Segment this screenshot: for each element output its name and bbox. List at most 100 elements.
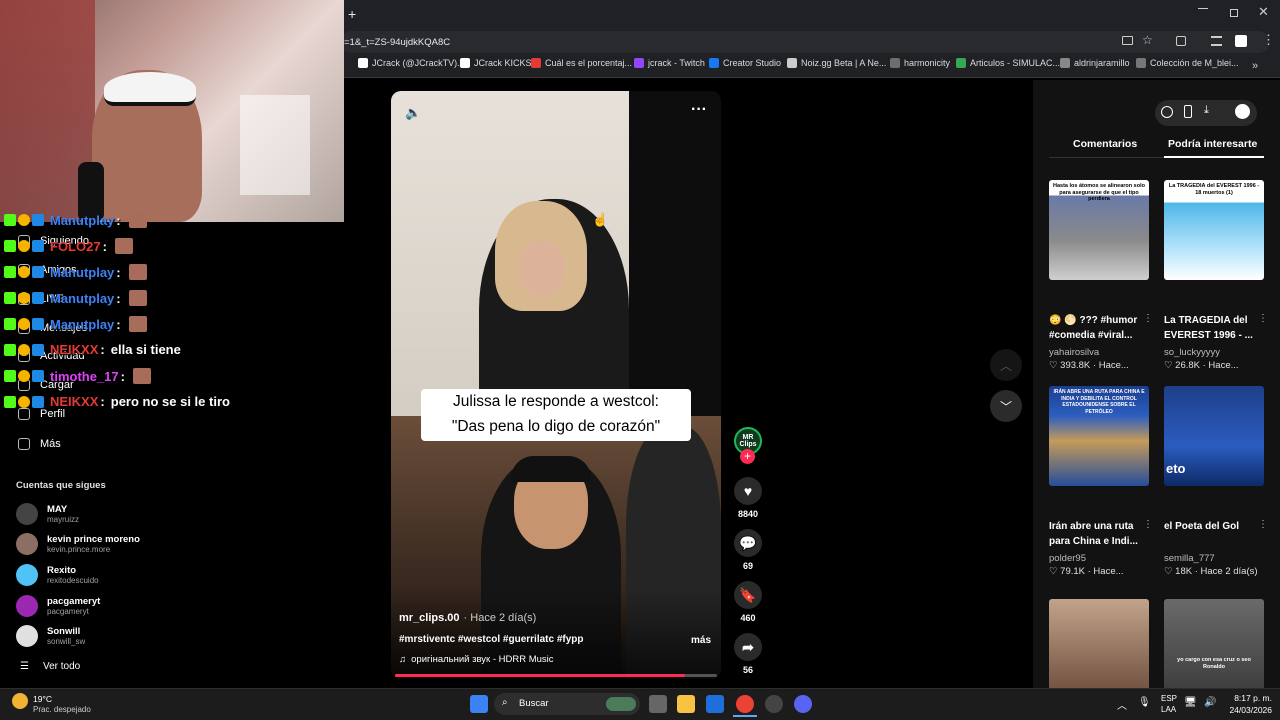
bookmark-item[interactable]: Cuál es el porcentaj... [531,58,632,68]
video-hashtags[interactable]: #mrstiventc #westcol #guerrilatc #fypp [399,634,584,645]
weather-condition[interactable]: Prac. despejado [33,705,91,714]
input-lang-1[interactable]: ESP [1161,694,1177,703]
bookmark-item[interactable]: Articulos - SIMULAC... [956,58,1060,68]
user-avatar[interactable] [1235,104,1250,119]
video-player[interactable]: Julissa le responde a westcol: "Das pena… [391,91,721,679]
bookmark-label: Colección de M_blei... [1150,58,1239,68]
chat-username[interactable]: Manutplay [50,213,114,228]
recommended-video-title[interactable]: el Poeta del Gol [1164,519,1256,534]
chat-username[interactable]: FOLO27 [50,239,101,254]
video-progress-track[interactable] [395,674,717,677]
video-more-link[interactable]: más [691,635,711,646]
minimize-icon[interactable] [1198,8,1208,9]
input-lang-2[interactable]: LAA [1161,705,1176,714]
bookmark-star-icon[interactable]: ☆ [1142,33,1153,47]
recommended-video-title[interactable]: La TRAGEDIA del EVEREST 1996 - ... [1164,313,1256,343]
app-icon[interactable] [765,695,783,713]
tray-chevron-icon[interactable]: ︿ [1117,697,1127,712]
sub-badge-icon [18,292,30,304]
video-author[interactable]: mr_clips.00 [399,612,460,624]
volume-icon[interactable]: 🔈 [405,105,421,121]
chat-username[interactable]: Manutplay [50,265,114,280]
card-options-icon[interactable]: ⋮ [1143,313,1153,324]
recommended-video-author[interactable]: so_luckyyyyy [1164,347,1220,358]
recommended-video-author[interactable]: yahairosilva [1049,347,1099,358]
account-text: MAY mayruizz [47,504,79,524]
comment-button[interactable]: 💬 69 [734,529,762,571]
tab-recommended[interactable]: Podría interesarte [1168,138,1257,150]
recommended-video-thumbnail[interactable]: yo cargo con esa cruz o seo Ronaldo [1164,599,1264,699]
extensions-icon[interactable] [1176,36,1186,46]
browser-menu-icon[interactable]: ⋮ [1262,32,1275,48]
following-account[interactable]: kevin prince moreno kevin.prince.more [16,533,140,555]
profile-extension-icon[interactable] [1235,35,1247,47]
clock-date[interactable]: 24/03/2026 [1220,705,1272,715]
chat-message: Manutplay : [4,316,147,332]
download-icon[interactable]: ⤓ [1204,104,1209,117]
recommended-video-thumbnail[interactable]: IRÁN ABRE UNA RUTA PARA CHINA E INDIA Y … [1049,386,1149,486]
network-icon[interactable]: 🖥 [1184,697,1197,708]
recommended-video-thumbnail[interactable]: La TRAGEDIA del EVEREST 1996 - 18 muerto… [1164,180,1264,280]
weather-temp[interactable]: 19°C [33,694,52,704]
bookmark-item[interactable]: Creator Studio [709,58,781,68]
windows-start-icon[interactable] [470,695,488,713]
chat-username[interactable]: NEIKXX [50,394,98,409]
follow-plus-icon[interactable]: + [740,449,755,464]
bookmark-item[interactable]: aldrinjaramillo [1060,58,1130,68]
card-options-icon[interactable]: ⋮ [1258,313,1268,324]
bookmark-item[interactable]: Colección de M_blei... [1136,58,1239,68]
bookmark-item[interactable]: JCrack KICKS [460,58,532,68]
tab-comments[interactable]: Comentarios [1073,138,1137,150]
chat-username[interactable]: Manutplay [50,291,114,306]
close-window-icon[interactable]: ✕ [1258,4,1269,20]
chat-username[interactable]: NEIKXX [50,342,98,357]
following-account[interactable]: pacgameryt pacgameryt [16,595,100,617]
reading-list-icon[interactable] [1211,36,1222,46]
mail-icon[interactable] [706,695,724,713]
phone-icon[interactable] [1184,105,1192,118]
see-all-link[interactable]: ☰ Ver todo [20,661,80,672]
chat-username[interactable]: Manutplay [50,317,114,332]
task-view-icon[interactable] [649,695,667,713]
following-account[interactable]: Sonwill sonwill_sw [16,625,85,647]
recommended-video-thumbnail[interactable]: Hasta los átomos se alinearon solo para … [1049,180,1149,280]
previous-video-button[interactable]: ︿ [990,349,1022,381]
search-highlight-icon [606,697,636,711]
card-options-icon[interactable]: ⋮ [1258,519,1268,530]
bookmark-item[interactable]: Noiz.gg Beta | A Ne... [787,58,886,68]
compass-icon[interactable] [1161,106,1173,118]
following-account[interactable]: MAY mayruizz [16,503,79,525]
chat-username[interactable]: timothe_17 [50,369,119,384]
chrome-icon[interactable] [736,695,754,713]
bookmark-item[interactable]: harmonicity [890,58,950,68]
bookmark-item[interactable]: JCrack (@JCrackTV)... [358,58,465,68]
recommended-video-thumbnail[interactable] [1049,599,1149,699]
recommended-video-title[interactable]: Irán abre una ruta para China e Indi... [1049,519,1141,549]
recommended-video-author[interactable]: polder95 [1049,553,1086,564]
like-button[interactable]: ♥ 8840 [734,477,762,519]
speaker-icon[interactable]: 🔊 [1204,697,1216,708]
maximize-icon[interactable] [1230,9,1238,17]
discord-icon[interactable] [794,695,812,713]
file-explorer-icon[interactable] [677,695,695,713]
video-options-icon[interactable]: ··· [691,101,707,119]
sidebar-item-perfil[interactable]: Perfil [18,408,65,420]
bookmark-item[interactable]: jcrack - Twitch [634,58,705,68]
save-button[interactable]: 🔖 460 [734,581,762,623]
recommended-video-title[interactable]: 😳 🌕 ??? #humor #comedia #viral... [1049,313,1141,343]
share-button[interactable]: ➦ 56 [734,633,762,675]
card-options-icon[interactable]: ⋮ [1143,519,1153,530]
following-account[interactable]: Rexito rexitodescuido [16,564,99,586]
microphone-icon[interactable]: 🎙 [1138,697,1151,708]
clock-time[interactable]: 8:17 p. m. [1230,693,1272,703]
recommended-video-thumbnail[interactable]: eto [1164,386,1264,486]
new-tab-button[interactable]: + [348,6,356,22]
recommended-video-author[interactable]: semilla_777 [1164,553,1215,564]
more-icon [18,438,30,450]
url-text[interactable]: =1&_t=ZS-94ujdkKQA8C [344,37,450,48]
next-video-button[interactable]: ﹀ [990,390,1022,422]
sidebar-item-ms[interactable]: Más [18,438,61,450]
more-bookmarks-icon[interactable]: » [1252,60,1258,72]
cast-icon[interactable] [1122,36,1133,45]
video-sound-row[interactable]: ♫ оригінальний звук - HDRR Music [399,654,554,665]
